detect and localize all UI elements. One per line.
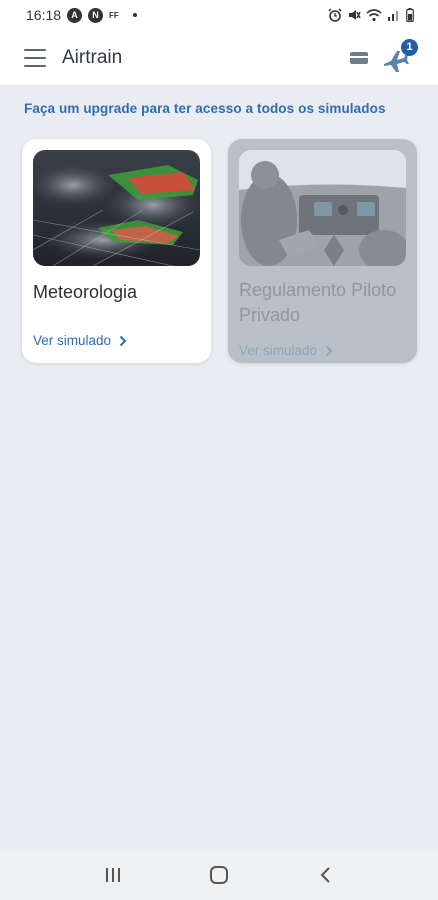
app-bar: Airtrain 1 bbox=[0, 30, 438, 86]
card-title: Regulamento Piloto Privado bbox=[239, 280, 397, 325]
exam-card-meteorologia[interactable]: Meteorologia Ver simulado bbox=[22, 139, 211, 363]
meteorologia-thumbnail bbox=[33, 150, 200, 266]
chevron-right-icon bbox=[119, 335, 127, 346]
home-icon bbox=[210, 865, 228, 884]
n-circle-icon: N bbox=[88, 7, 104, 23]
back-icon bbox=[320, 866, 330, 883]
signal-icon bbox=[388, 11, 398, 21]
home-button[interactable] bbox=[199, 860, 239, 890]
a-circle-icon: A bbox=[67, 7, 83, 23]
exam-card-regulamento[interactable]: Regulamento Piloto Privado Ver simulado bbox=[228, 139, 417, 363]
hamburger-menu-icon[interactable] bbox=[24, 48, 46, 67]
status-right bbox=[328, 8, 414, 22]
credit-card-icon[interactable] bbox=[350, 51, 368, 64]
system-nav-bar bbox=[0, 849, 438, 900]
card-title: Meteorologia bbox=[33, 282, 138, 302]
ff-icon: FF bbox=[109, 10, 119, 20]
dot-icon bbox=[132, 13, 137, 17]
chevron-right-icon bbox=[325, 345, 333, 356]
alarm-icon bbox=[328, 8, 342, 22]
flight-notifications-button[interactable]: 1 bbox=[382, 38, 418, 73]
status-time: 16:18 bbox=[26, 7, 62, 23]
view-exam-label: Ver simulado bbox=[33, 333, 112, 348]
recent-apps-icon bbox=[106, 867, 120, 882]
app-actions: 1 bbox=[350, 38, 418, 73]
status-left: 16:18 A N FF bbox=[26, 7, 137, 23]
recent-apps-button[interactable] bbox=[93, 860, 133, 890]
app-title: Airtrain bbox=[62, 46, 123, 68]
regulamento-thumbnail bbox=[239, 150, 406, 266]
back-button[interactable] bbox=[305, 860, 345, 890]
wifi-icon bbox=[366, 8, 382, 21]
mute-icon bbox=[349, 10, 361, 20]
view-exam-link[interactable]: Ver simulado bbox=[239, 343, 333, 358]
upgrade-banner-link[interactable]: Faça um upgrade para ter acesso a todos … bbox=[24, 101, 424, 116]
status-bar: 16:18 A N FF bbox=[0, 0, 438, 30]
battery-icon bbox=[406, 8, 414, 22]
notification-badge: 1 bbox=[401, 38, 418, 56]
view-exam-label: Ver simulado bbox=[239, 343, 318, 358]
view-exam-link[interactable]: Ver simulado bbox=[33, 333, 127, 348]
